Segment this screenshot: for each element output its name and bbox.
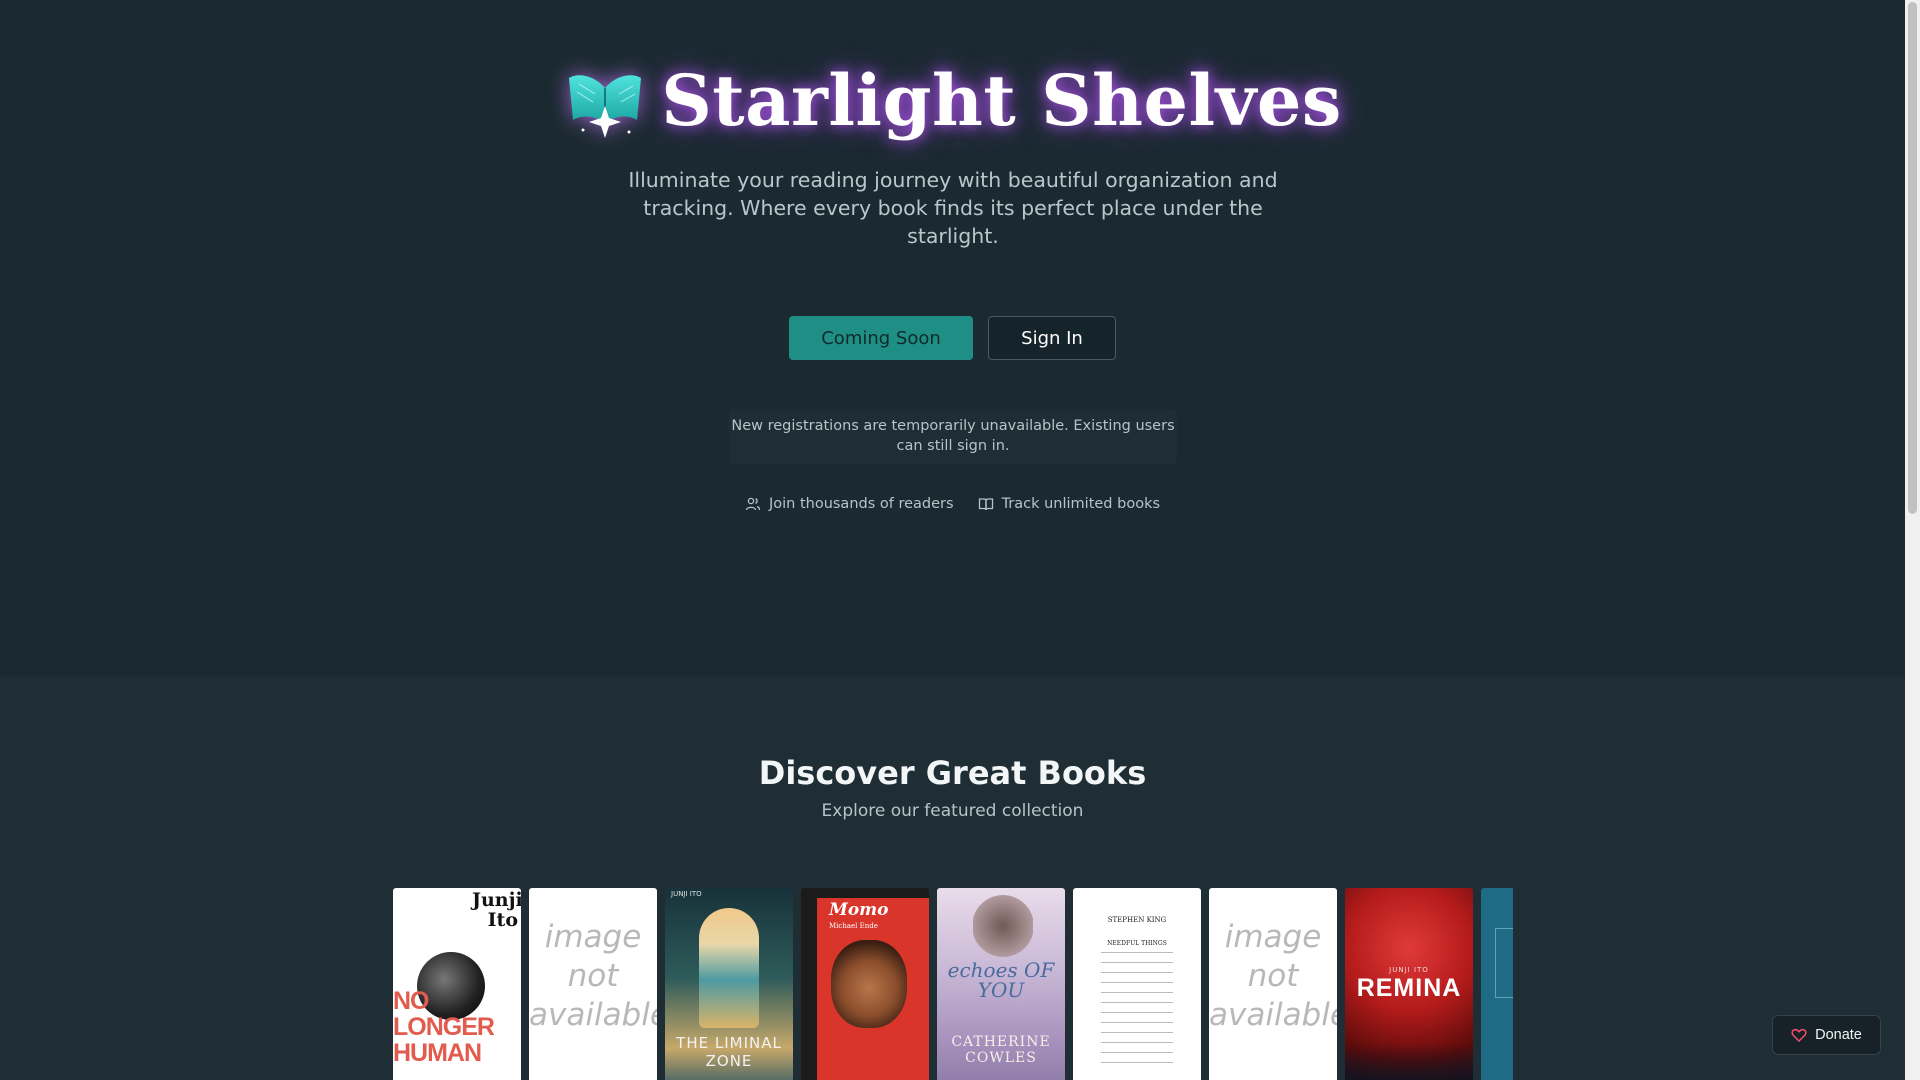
donate-label: Donate	[1815, 1027, 1862, 1043]
scrollbar-thumb[interactable]	[1908, 2, 1917, 514]
book-cover[interactable]: Junji Ito NO LONGER HUMAN	[393, 888, 521, 1080]
book-author: STEPHEN KING	[1107, 916, 1167, 924]
book-title: REMINA	[1356, 974, 1462, 1002]
registration-notice: New registrations are temporarily unavai…	[729, 409, 1177, 464]
app-title: Starlight Shelves	[661, 58, 1342, 142]
feature-books: Track unlimited books	[978, 496, 1160, 512]
book-cover[interactable]: image not available	[529, 888, 657, 1080]
book-cover[interactable]: image not available	[1209, 888, 1337, 1080]
coming-soon-button[interactable]: Coming Soon	[789, 316, 973, 360]
book-placeholder-text: image not available	[529, 919, 657, 1033]
discover-section: Discover Great Books Explore our feature…	[0, 676, 1905, 1080]
book-author: CATHERINE COWLES	[951, 1034, 1051, 1066]
book-author: JUNJI ITO	[1389, 966, 1429, 974]
donate-button[interactable]: Donate	[1772, 1015, 1881, 1055]
section-title: Discover Great Books	[758, 754, 1147, 792]
book-title: echoes OF YOU	[947, 958, 1055, 1002]
book-title: NO LONGER HUMAN	[393, 987, 495, 1067]
book-open-icon	[978, 498, 993, 511]
brand-header: Starlight Shelves	[0, 58, 1905, 142]
users-icon	[745, 497, 761, 511]
book-placeholder-text: image not available	[1209, 919, 1337, 1033]
book-cover[interactable]: JUNJI ITO THE LIMINAL ZONE	[665, 888, 793, 1080]
book-title: THE LIMINAL ZONE	[676, 1034, 782, 1070]
feature-books-label: Track unlimited books	[1001, 496, 1161, 512]
book-author: JUNJI ITO	[671, 890, 702, 898]
feature-list: Join thousands of readers Track unlimite…	[0, 496, 1905, 512]
feature-readers: Join thousands of readers	[745, 496, 954, 512]
hero-section: Starlight Shelves Illuminate your readin…	[0, 0, 1905, 676]
sign-in-button[interactable]: Sign In	[988, 316, 1116, 360]
book-cover[interactable]: STEPHEN KING NEEDFUL THINGS	[1073, 888, 1201, 1080]
tagline: Illuminate your reading journey with bea…	[628, 168, 1278, 248]
book-title: NEEDFUL THINGS	[1107, 940, 1167, 947]
heart-icon	[1791, 1028, 1807, 1042]
book-carousel[interactable]: Junji Ito NO LONGER HUMAN image not avai…	[393, 888, 1513, 1080]
section-subtitle: Explore our featured collection	[821, 801, 1084, 821]
book-cover[interactable]: JUNJI ITO REMINA	[1345, 888, 1473, 1080]
book-title: Momo	[829, 900, 889, 920]
book-cover[interactable]	[1481, 888, 1513, 1080]
book-cover[interactable]: Momo Michael Ende	[801, 888, 929, 1080]
book-art	[1345, 1044, 1473, 1080]
book-art	[973, 894, 1033, 958]
book-art	[1101, 952, 1173, 1064]
page-scrollbar[interactable]	[1905, 0, 1920, 1080]
open-book-star-icon	[569, 75, 642, 138]
feature-readers-label: Join thousands of readers	[768, 496, 954, 512]
book-art	[1495, 928, 1513, 998]
book-art	[699, 908, 759, 1028]
book-author: Michael Ende	[829, 922, 878, 930]
book-art	[831, 940, 907, 1028]
book-cover[interactable]: echoes OF YOU CATHERINE COWLES	[937, 888, 1065, 1080]
book-author: Junji Ito	[472, 889, 521, 931]
